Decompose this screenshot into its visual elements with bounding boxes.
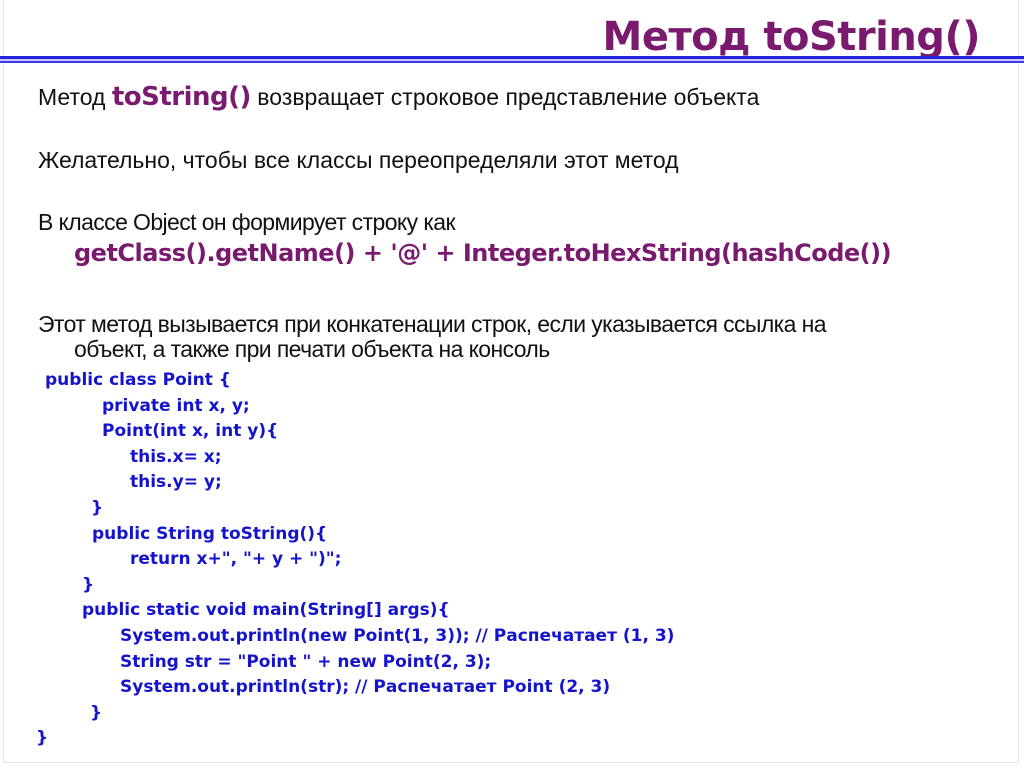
code-line: } bbox=[91, 497, 104, 518]
title-underline-bottom bbox=[0, 61, 1024, 63]
method-keyword: toString() bbox=[111, 82, 252, 112]
code-example: public class Point { private int x, y; P… bbox=[0, 368, 674, 752]
code-line: } bbox=[36, 728, 49, 749]
paragraph-suffix: возвращает строковое представление объек… bbox=[250, 84, 760, 110]
code-line: return x+", "+ y + ")"; bbox=[130, 549, 342, 570]
code-line: } bbox=[90, 702, 103, 723]
paragraph-object-default: В классе Object он формирует строку как bbox=[38, 209, 456, 235]
paragraph-concatenation-line1: Этот метод вызывается при конкатенации с… bbox=[38, 311, 827, 337]
code-line: public String toString(){ bbox=[92, 523, 328, 544]
code-line: } bbox=[82, 574, 95, 595]
paragraph-override-recommendation: Желательно, чтобы все классы переопредел… bbox=[38, 147, 679, 173]
code-line: System.out.println(new Point(1, 3)); // … bbox=[120, 625, 675, 646]
paragraph-prefix: Метод bbox=[38, 84, 112, 110]
code-line: public static void main(String[] args){ bbox=[82, 600, 450, 621]
code-line: public class Point { bbox=[45, 370, 231, 390]
slide-title: Метод toString() bbox=[602, 14, 981, 60]
code-line: this.y= y; bbox=[130, 472, 222, 493]
code-line: String str = "Point " + new Point(2, 3); bbox=[120, 651, 492, 672]
paragraph-tostring-description: Метод toString() возвращает строковое пр… bbox=[38, 82, 759, 112]
default-format-formula: getClass().getName() + '@' + Integer.toH… bbox=[74, 239, 892, 267]
code-line: System.out.println(str); // Распечатает … bbox=[120, 677, 611, 698]
code-line: private int x, y; bbox=[102, 395, 250, 416]
code-line: Point(int x, int y){ bbox=[102, 421, 279, 442]
paragraph-concatenation-line2: объект, а также при печати объекта на ко… bbox=[74, 336, 550, 362]
code-line: this.x= x; bbox=[130, 446, 222, 467]
